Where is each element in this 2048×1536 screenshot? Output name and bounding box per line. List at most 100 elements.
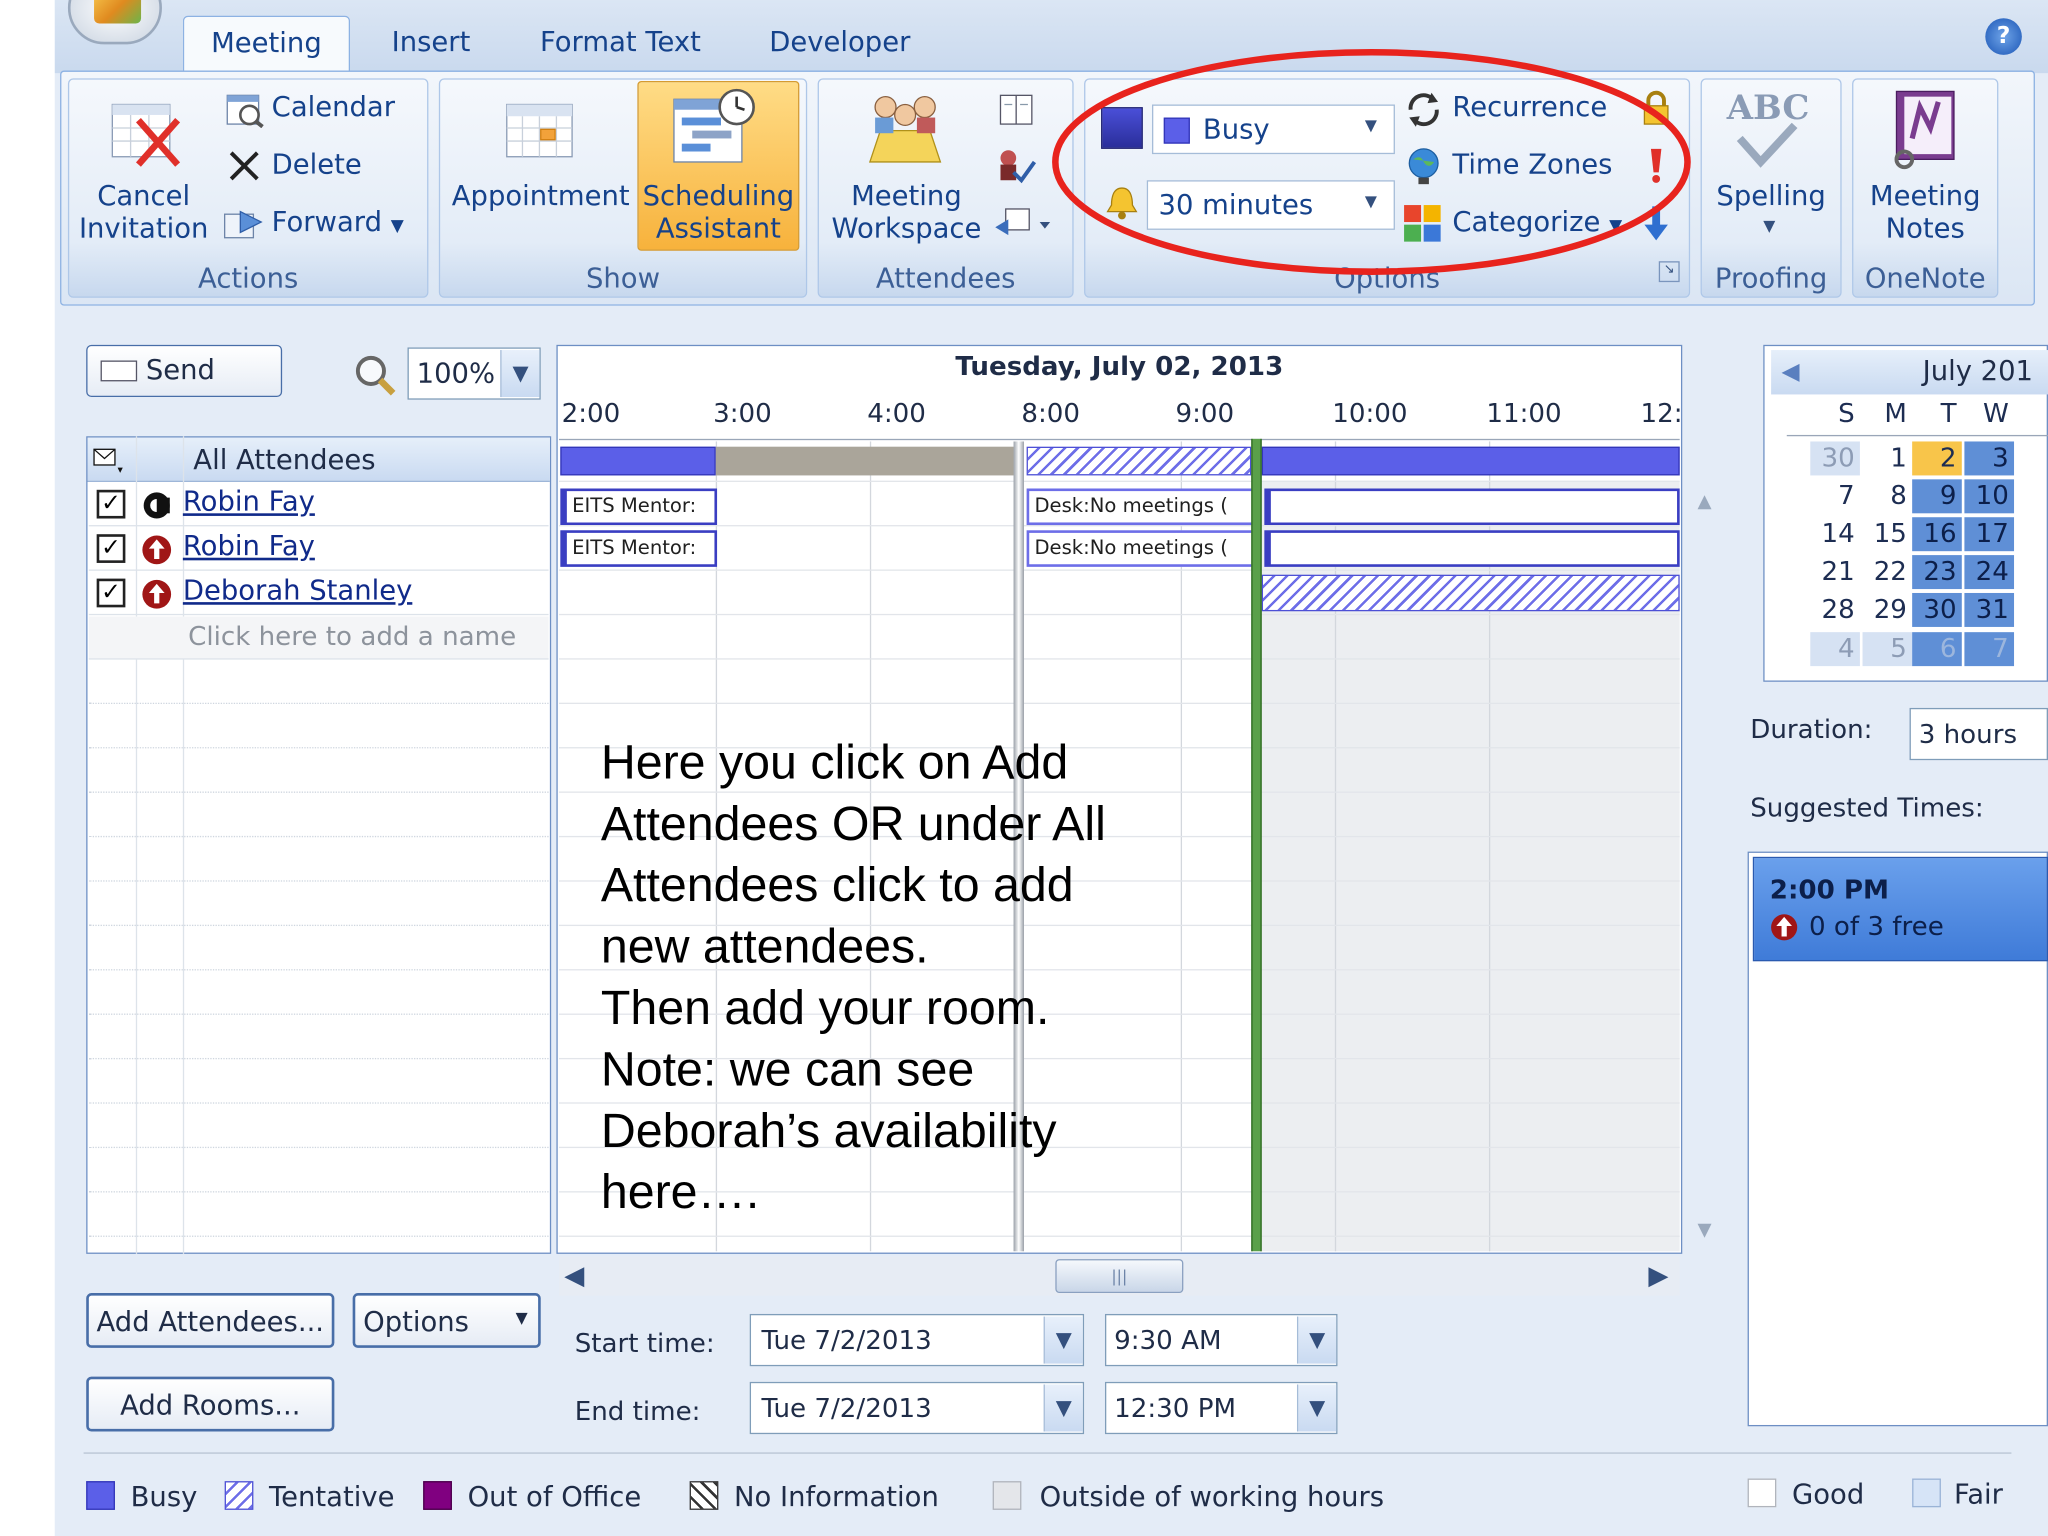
organizer-icon	[141, 490, 172, 521]
instruction-line: Attendees click to add	[600, 858, 1074, 912]
chevron-down-icon[interactable]: ▼	[1043, 1384, 1083, 1432]
address-book-icon[interactable]	[995, 91, 1037, 128]
legend-busy: Busy	[130, 1481, 198, 1513]
chevron-down-icon[interactable]: ▼	[1296, 1384, 1337, 1432]
calendar-day[interactable]: 21	[1810, 555, 1860, 589]
event-block[interactable]: Desk:No meetings (	[1026, 488, 1257, 526]
start-time-field[interactable]: 9:30 AM ▼	[1104, 1313, 1338, 1367]
hour-label: 3:00	[713, 397, 772, 429]
forward-label: Forward	[271, 206, 382, 238]
start-date-field[interactable]: Tue 7/2/2013 ▼	[749, 1313, 1085, 1367]
send-button[interactable]: Send	[86, 344, 283, 398]
meeting-notes-button[interactable]: Meeting Notes	[1852, 180, 1998, 245]
add-attendees-button[interactable]: Add Attendees...	[86, 1293, 335, 1348]
calendar-day[interactable]: 17	[1964, 517, 2015, 552]
tab-meeting[interactable]: Meeting	[182, 15, 351, 71]
spelling-icon: ABC	[1727, 89, 1813, 170]
calendar-day[interactable]: 22	[1863, 555, 1913, 589]
scroll-thumb[interactable]: |||	[1055, 1259, 1184, 1294]
spelling-button[interactable]: Spelling	[1701, 180, 1842, 213]
appointment-button[interactable]: Appointment	[449, 180, 632, 213]
calendar-day[interactable]: 5	[1862, 632, 1913, 667]
calendar-day[interactable]: 16	[1912, 517, 1962, 552]
calendar-day[interactable]: 3	[1964, 441, 2015, 476]
scroll-left-icon[interactable]: ◀	[564, 1259, 584, 1290]
empty-row-line	[88, 1102, 549, 1104]
calendar-day[interactable]: 8	[1863, 479, 1913, 513]
scroll-down-icon[interactable]: ▼	[1690, 1220, 1719, 1246]
meeting-start-marker[interactable]	[1251, 438, 1262, 1252]
calendar-button[interactable]: Calendar	[272, 91, 395, 122]
tab-developer[interactable]: Developer	[751, 16, 929, 71]
suggested-time-item[interactable]: 2:00 PM 0 of 3 free	[1752, 856, 2048, 962]
calendar-day[interactable]: 9	[1912, 479, 1962, 514]
chevron-down-icon[interactable]: ▼	[1296, 1316, 1337, 1364]
calendar-day[interactable]: 15	[1863, 517, 1913, 551]
add-attendee-row[interactable]: Click here to add a name	[88, 616, 549, 660]
help-icon[interactable]: ?	[1985, 18, 2022, 55]
calendar-day[interactable]: 6	[1912, 632, 1962, 667]
sched-label-1: Scheduling	[642, 180, 795, 212]
tab-insert[interactable]: Insert	[372, 16, 490, 71]
calendar-day[interactable]: 30	[1912, 592, 1962, 627]
event-block[interactable]	[1264, 488, 1680, 526]
attendee-row[interactable]: ✓ Robin Fay	[88, 528, 549, 571]
calendar-day[interactable]: 10	[1964, 479, 2015, 514]
calendar-day[interactable]: 7	[1964, 632, 2015, 667]
tab-format-text[interactable]: Format Text	[522, 16, 718, 71]
calendar-day[interactable]: 2	[1912, 441, 1962, 476]
attendee-checkbox[interactable]: ✓	[96, 489, 126, 519]
calendar-day[interactable]: 30	[1810, 441, 1860, 476]
chevron-down-icon: ▼	[500, 350, 540, 398]
busy-legend-swatch	[86, 1481, 115, 1510]
chevron-down-icon: ▼	[390, 216, 404, 237]
busy-block	[1261, 446, 1680, 476]
event-block[interactable]: EITS Mentor:	[560, 488, 718, 526]
calendar-day[interactable]: 29	[1863, 593, 1913, 627]
event-block[interactable]: EITS Mentor:	[560, 530, 718, 567]
response-options-icon[interactable]	[993, 204, 1053, 243]
attendee-row[interactable]: ✓ Robin Fay	[88, 483, 549, 527]
add-name-placeholder[interactable]: Click here to add a name	[188, 620, 516, 651]
tab-label: Insert	[391, 26, 471, 58]
duration-field[interactable]: 3 hours	[1909, 707, 2048, 761]
prev-month-icon[interactable]: ◀	[1782, 358, 1800, 385]
selected-time-block	[715, 446, 1014, 476]
add-rooms-button[interactable]: Add Rooms...	[86, 1376, 335, 1432]
attendee-name[interactable]: Deborah Stanley	[183, 575, 412, 606]
attendee-checkbox[interactable]: ✓	[96, 534, 126, 563]
calendar-day[interactable]: 24	[1964, 555, 2015, 590]
scroll-right-icon[interactable]: ▶	[1648, 1259, 1668, 1290]
attendee-checkbox[interactable]: ✓	[96, 578, 126, 608]
options-button[interactable]: Options ▼	[352, 1293, 541, 1348]
cancel-invitation-button[interactable]: Cancel Invitation	[73, 180, 214, 245]
instruction-line: Note: we can see	[600, 1042, 975, 1096]
delete-button[interactable]: Delete	[272, 149, 362, 180]
calendar-day[interactable]: 28	[1810, 593, 1860, 627]
tentative-legend-swatch	[224, 1481, 254, 1510]
empty-row-line	[88, 880, 549, 882]
calendar-day[interactable]: 23	[1912, 555, 1962, 590]
calendar-day[interactable]: 14	[1810, 517, 1860, 551]
calendar-day[interactable]: 7	[1810, 479, 1860, 513]
calendar-day[interactable]: 4	[1810, 632, 1860, 667]
hour-label: 10:00	[1332, 397, 1408, 429]
forward-icon	[222, 204, 266, 243]
calendar-day[interactable]: 1	[1863, 441, 1913, 475]
event-block[interactable]: Desk:No meetings (	[1026, 530, 1257, 567]
legend-good: Good	[1791, 1478, 1865, 1510]
forward-button[interactable]: Forward ▼	[272, 206, 404, 237]
attendee-row[interactable]: ✓ Deborah Stanley	[88, 572, 549, 616]
end-date-field[interactable]: Tue 7/2/2013 ▼	[749, 1381, 1085, 1435]
attendee-name[interactable]: Robin Fay	[183, 486, 315, 517]
end-time-field[interactable]: 12:30 PM ▼	[1104, 1381, 1338, 1435]
event-block[interactable]	[1264, 530, 1680, 567]
calendar-day[interactable]: 31	[1964, 592, 2015, 627]
chevron-down-icon[interactable]: ▼	[1043, 1316, 1083, 1364]
check-names-icon[interactable]	[995, 146, 1037, 185]
zoom-dropdown[interactable]: 100% ▼	[407, 347, 541, 400]
scroll-up-icon[interactable]: ▲	[1690, 491, 1719, 517]
meeting-workspace-button[interactable]: Meeting Workspace	[828, 180, 985, 245]
attendee-name[interactable]: Robin Fay	[183, 530, 315, 561]
start-time-value: 9:30 AM	[1114, 1324, 1222, 1356]
